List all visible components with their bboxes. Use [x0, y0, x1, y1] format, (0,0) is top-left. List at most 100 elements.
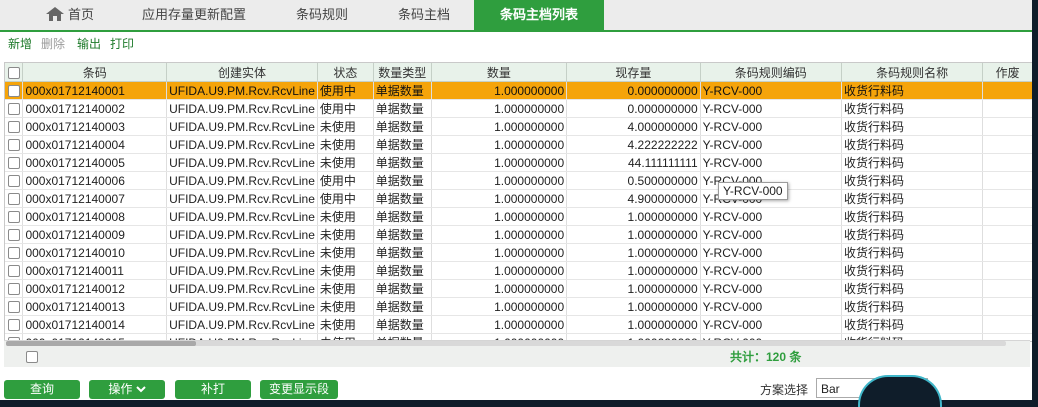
table-row[interactable]: 000x01712140003 UFIDA.U9.PM.Rcv.RcvLine 未使… — [5, 117, 1033, 136]
new-button[interactable]: 新增 — [8, 35, 32, 52]
table-row[interactable]: 000x01712140001 UFIDA.U9.PM.Rcv.RcvLine 使用… — [5, 81, 1033, 100]
cell-void — [982, 315, 1033, 334]
table-row[interactable]: 000x01712140008 UFIDA.U9.PM.Rcv.RcvLine 未使… — [5, 207, 1033, 226]
cell-qty-type: 单据数量 — [373, 81, 432, 100]
tab-stock-update-config[interactable]: 应用存量更新配置 — [126, 0, 262, 30]
table-header: 条码 创建实体 状态 数量类型 数量 现存量 条码规则编码 条码规则名称 作废 — [5, 63, 1033, 82]
table-row[interactable]: 000x01712140012 UFIDA.U9.PM.Rcv.RcvLine 未使… — [5, 279, 1033, 298]
cell-barcode: 000x01712140011 — [22, 261, 168, 280]
cell-qty: 1.000000000 — [431, 99, 568, 118]
col-header-barcode[interactable]: 条码 — [22, 63, 168, 82]
row-checkbox[interactable] — [5, 117, 24, 136]
cell-qty-type: 单据数量 — [373, 189, 432, 208]
row-checkbox[interactable] — [5, 189, 24, 208]
cell-rule-name: 收货行料码 — [841, 207, 984, 226]
row-checkbox[interactable] — [5, 297, 24, 316]
row-checkbox[interactable] — [5, 225, 24, 244]
cell-status: 未使用 — [317, 279, 374, 298]
cell-qty: 1.000000000 — [431, 243, 568, 262]
cell-entity: UFIDA.U9.PM.Rcv.RcvLine — [166, 171, 318, 190]
cell-stock: 0.000000000 — [566, 81, 701, 100]
row-checkbox[interactable] — [5, 99, 24, 118]
rule-code-tooltip: Y-RCV-000 — [718, 182, 788, 200]
cell-barcode: 000x01712140009 — [22, 225, 168, 244]
table-row[interactable]: 000x01712140007 UFIDA.U9.PM.Rcv.RcvLine 使用… — [5, 189, 1033, 208]
horizontal-scrollbar[interactable] — [6, 341, 1006, 346]
floating-widget[interactable] — [858, 375, 942, 407]
cell-qty: 1.000000000 — [431, 189, 568, 208]
table-row[interactable]: 000x01712140004 UFIDA.U9.PM.Rcv.RcvLine 未使… — [5, 135, 1033, 154]
query-button[interactable]: 查询 — [4, 380, 80, 399]
table-row[interactable]: 000x01712140002 UFIDA.U9.PM.Rcv.RcvLine 使用… — [5, 99, 1033, 118]
cell-qty: 1.000000000 — [431, 297, 568, 316]
footer-checkbox[interactable] — [26, 349, 38, 363]
cell-qty: 1.000000000 — [431, 153, 568, 172]
cell-entity: UFIDA.U9.PM.Rcv.RcvLine — [166, 153, 318, 172]
home-icon — [45, 7, 64, 21]
cell-rule-code: Y-RCV-000 — [700, 81, 842, 100]
tab-barcode-master[interactable]: 条码主档 — [376, 0, 472, 30]
cell-status: 未使用 — [317, 261, 374, 280]
cell-void — [982, 171, 1033, 190]
tab-home[interactable]: 首页 — [20, 0, 120, 30]
cell-barcode: 000x01712140008 — [22, 207, 168, 226]
scrollbar-thumb[interactable] — [6, 341, 196, 346]
cell-rule-code: Y-RCV-000 — [700, 153, 842, 172]
cell-status: 未使用 — [317, 225, 374, 244]
table-row[interactable]: 000x01712140013 UFIDA.U9.PM.Rcv.RcvLine 未使… — [5, 297, 1033, 316]
cell-rule-name: 收货行料码 — [841, 297, 984, 316]
col-header-qty[interactable]: 数量 — [431, 63, 568, 82]
cell-barcode: 000x01712140013 — [22, 297, 168, 316]
col-header-rule-code[interactable]: 条码规则编码 — [700, 63, 842, 82]
row-checkbox[interactable] — [5, 153, 24, 172]
cell-stock: 1.000000000 — [566, 243, 701, 262]
cell-stock: 1.000000000 — [566, 279, 701, 298]
cell-status: 未使用 — [317, 117, 374, 136]
cell-void — [982, 135, 1033, 154]
row-checkbox[interactable] — [5, 171, 24, 190]
delete-button[interactable]: 删除 — [41, 35, 65, 52]
row-checkbox[interactable] — [5, 261, 24, 280]
cell-rule-name: 收货行料码 — [841, 189, 984, 208]
table-row[interactable]: 000x01712140009 UFIDA.U9.PM.Rcv.RcvLine 未使… — [5, 225, 1033, 244]
tab-barcode-rules[interactable]: 条码规则 — [276, 0, 368, 30]
cell-entity: UFIDA.U9.PM.Rcv.RcvLine — [166, 225, 318, 244]
cell-stock: 1.000000000 — [566, 207, 701, 226]
cell-entity: UFIDA.U9.PM.Rcv.RcvLine — [166, 279, 318, 298]
table-row[interactable]: 000x01712140010 UFIDA.U9.PM.Rcv.RcvLine 未使… — [5, 243, 1033, 262]
col-header-rule-name[interactable]: 条码规则名称 — [841, 63, 984, 82]
col-header-stock[interactable]: 现存量 — [566, 63, 701, 82]
reprint-button[interactable]: 补打 — [175, 380, 251, 399]
col-header-status[interactable]: 状态 — [317, 63, 374, 82]
cell-rule-code: Y-RCV-000 — [700, 243, 842, 262]
cell-status: 使用中 — [317, 81, 374, 100]
table-row[interactable]: 000x01712140014 UFIDA.U9.PM.Rcv.RcvLine 未使… — [5, 315, 1033, 334]
row-checkbox[interactable] — [5, 279, 24, 298]
table-row[interactable]: 000x01712140011 UFIDA.U9.PM.Rcv.RcvLine 未使… — [5, 261, 1033, 280]
row-checkbox[interactable] — [5, 135, 24, 154]
select-all-checkbox[interactable] — [5, 63, 24, 82]
cell-status: 未使用 — [317, 153, 374, 172]
cell-status: 未使用 — [317, 297, 374, 316]
col-header-void[interactable]: 作废 — [982, 63, 1033, 82]
export-button[interactable]: 输出 — [77, 35, 101, 52]
operation-button[interactable]: 操作 — [89, 380, 165, 399]
cell-rule-name: 收货行料码 — [841, 153, 984, 172]
cell-entity: UFIDA.U9.PM.Rcv.RcvLine — [166, 99, 318, 118]
table-row[interactable]: 000x01712140006 UFIDA.U9.PM.Rcv.RcvLine 使用… — [5, 171, 1033, 190]
col-header-qty-type[interactable]: 数量类型 — [373, 63, 432, 82]
cell-void — [982, 81, 1033, 100]
cell-rule-name: 收货行料码 — [841, 315, 984, 334]
row-checkbox[interactable] — [5, 207, 24, 226]
row-checkbox[interactable] — [5, 81, 24, 100]
toolbar: 新增 删除 输出 打印 — [0, 32, 1032, 54]
col-header-entity[interactable]: 创建实体 — [166, 63, 318, 82]
table-row[interactable]: 000x01712140005 UFIDA.U9.PM.Rcv.RcvLine 未使… — [5, 153, 1033, 172]
row-checkbox[interactable] — [5, 315, 24, 334]
change-display-button[interactable]: 变更显示段 — [260, 380, 338, 399]
tab-barcode-master-list[interactable]: 条码主档列表 — [474, 0, 604, 30]
print-button[interactable]: 打印 — [110, 35, 134, 52]
row-checkbox[interactable] — [5, 243, 24, 262]
cell-stock: 1.000000000 — [566, 225, 701, 244]
cell-barcode: 000x01712140004 — [22, 135, 168, 154]
